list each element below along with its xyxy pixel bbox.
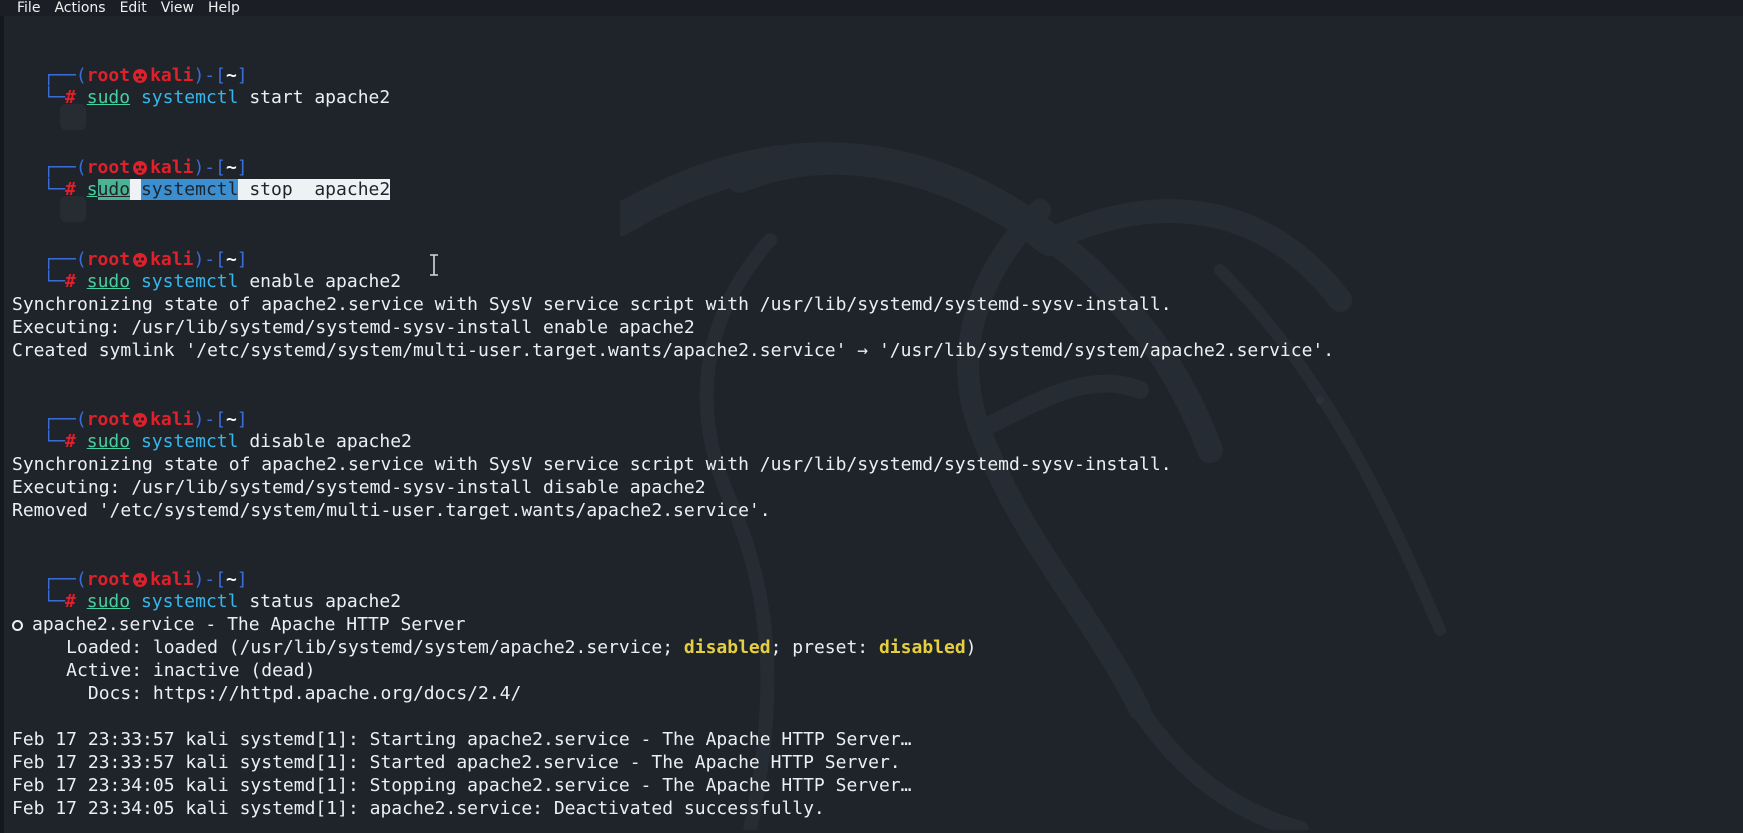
command-line: └─# sudo systemctl start apache2 bbox=[43, 87, 391, 108]
output-line: Removed '/etc/systemd/system/multi-user.… bbox=[12, 500, 771, 521]
log-line: Feb 17 23:33:57 kali systemd[1]: Startin… bbox=[12, 729, 912, 750]
menu-edit[interactable]: Edit bbox=[113, 0, 154, 16]
menu-actions[interactable]: Actions bbox=[47, 0, 112, 16]
output-line: Executing: /usr/lib/systemd/systemd-sysv… bbox=[12, 317, 695, 338]
output-line: Synchronizing state of apache2.service w… bbox=[12, 454, 1172, 475]
inactive-circle-icon bbox=[12, 620, 23, 631]
text-cursor-icon bbox=[430, 254, 438, 276]
status-header: apache2.service - The Apache HTTP Server bbox=[12, 613, 465, 636]
command-line: └─# sudo systemctl disable apache2 bbox=[43, 431, 412, 452]
command-line: └─# sudo systemctl enable apache2 bbox=[43, 271, 402, 292]
terminal-output[interactable]: ┌──(root kali)-[~] └─# sudo systemctl sta… bbox=[0, 16, 1743, 833]
log-line: Feb 17 23:34:05 kali systemd[1]: Stoppin… bbox=[12, 775, 912, 796]
log-line: Feb 17 23:33:57 kali systemd[1]: Started… bbox=[12, 752, 901, 773]
output-line: Synchronizing state of apache2.service w… bbox=[12, 294, 1172, 315]
menu-file[interactable]: File bbox=[0, 0, 47, 16]
output-line: Executing: /usr/lib/systemd/systemd-sysv… bbox=[12, 477, 706, 498]
prompt-line: ┌──(root kali)-[~] bbox=[43, 569, 248, 590]
prompt-line: ┌──(root kali)-[~] bbox=[43, 65, 248, 86]
command-line: └─# sudo systemctl status apache2 bbox=[43, 591, 402, 612]
output-line: Created symlink '/etc/systemd/system/mul… bbox=[12, 340, 1335, 361]
menu-bar: File Actions Edit View Help bbox=[0, 0, 1743, 16]
prompt-line: ┌──(root kali)-[~] bbox=[43, 157, 248, 178]
status-docs: Docs: https://httpd.apache.org/docs/2.4/ bbox=[12, 683, 522, 704]
command-line-selected: └─# sudo systemctl stop apache2 bbox=[43, 179, 391, 200]
menu-view[interactable]: View bbox=[154, 0, 201, 16]
prompt-line: ┌──(root kali)-[~] bbox=[43, 409, 248, 430]
log-line: Feb 17 23:34:05 kali systemd[1]: apache2… bbox=[12, 798, 825, 819]
status-active: Active: inactive (dead) bbox=[12, 660, 316, 681]
ghost-icon bbox=[60, 104, 86, 130]
status-loaded: Loaded: loaded (/usr/lib/systemd/system/… bbox=[12, 637, 977, 658]
prompt-line: ┌──(root kali)-[~] bbox=[43, 249, 248, 270]
ghost-icon bbox=[60, 196, 86, 222]
menu-help[interactable]: Help bbox=[201, 0, 247, 16]
